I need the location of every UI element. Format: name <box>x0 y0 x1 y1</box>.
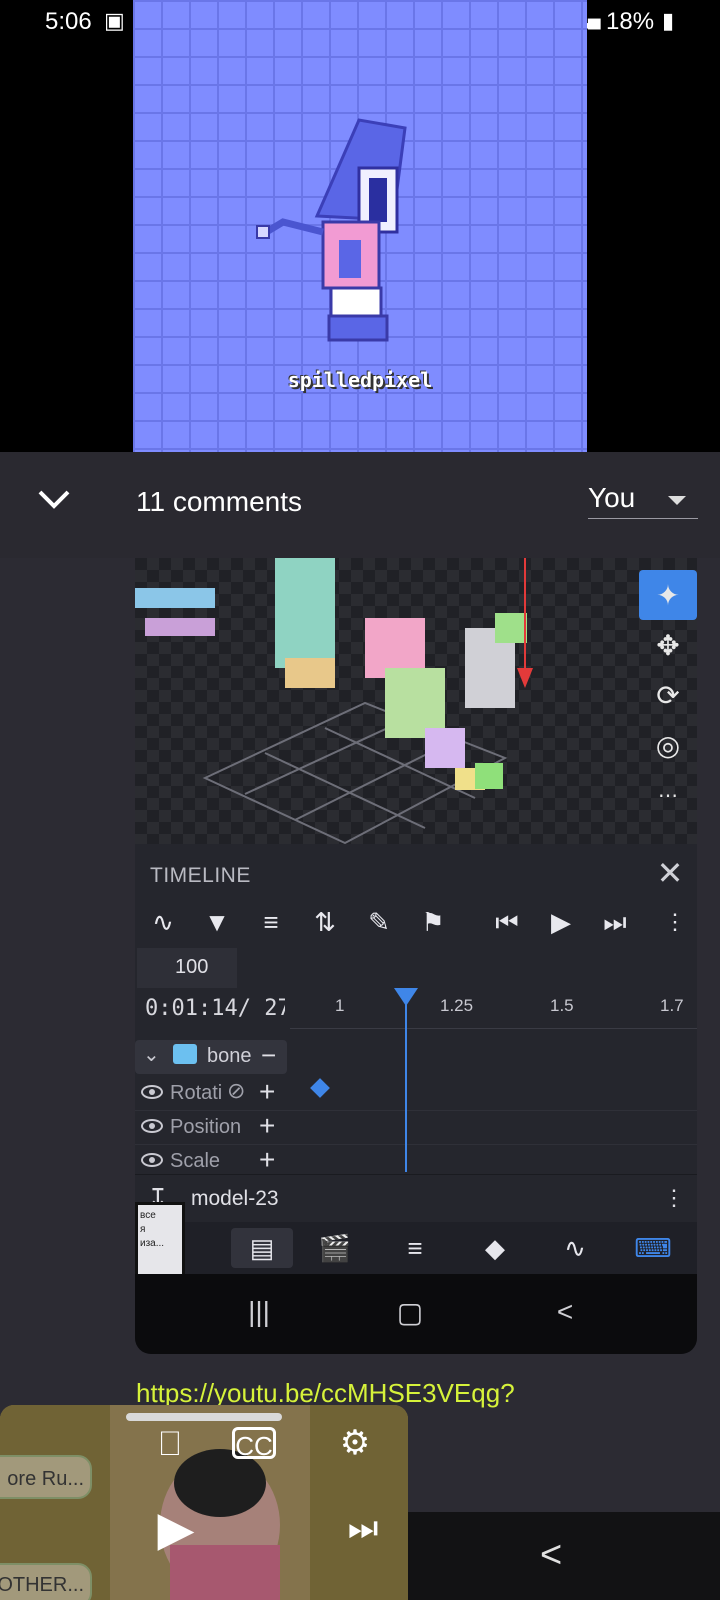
device-nav-bar: < <box>408 1512 720 1600</box>
playhead-handle[interactable] <box>394 988 418 1006</box>
skip-forward-icon[interactable]: ⏭ <box>595 902 635 942</box>
comments-title: 11 comments <box>136 486 302 517</box>
close-icon[interactable]: ✕ <box>651 854 689 892</box>
timeline-panel: TIMELINE ✕ ∿ ▼ ≡ ⇅ ✎ ⚑ ⏮ ▶ ⏭ ⋮ 100 0:01:… <box>135 844 697 1179</box>
graph-icon[interactable]: ∿ <box>143 902 183 942</box>
ruler-label: 1.7 <box>660 996 684 1015</box>
sort-icon[interactable]: ⇅ <box>305 902 345 942</box>
track-row-position[interactable]: Position + <box>135 1110 697 1145</box>
eye-icon[interactable] <box>141 1153 163 1167</box>
add-keyframe-icon[interactable]: + <box>259 1110 275 1142</box>
popup-text: я <box>140 1224 146 1235</box>
timeline-ruler[interactable]: 1 1.25 1.5 1.7 <box>290 988 697 1029</box>
image-icon: ▣ <box>104 8 125 33</box>
track-group-bone[interactable]: ⌄ bone − <box>135 1040 287 1074</box>
collapse-minus-icon[interactable]: − <box>261 1040 276 1071</box>
play-icon[interactable]: ▶ <box>541 902 581 942</box>
align-icon[interactable]: ≡ <box>251 902 291 942</box>
timeline-menu-icon[interactable]: ⋮ <box>655 902 695 942</box>
battery-icon: ▮ <box>662 8 675 33</box>
background-pill: ore Ru... <box>0 1455 92 1499</box>
comment-attachment-image[interactable]: ✦ ✥ ⟳ ◎ ⋯ TIMELINE ✕ ∿ ▼ ≡ ⇅ ✎ ⚑ ⏮ ▶ ⏭ ⋮… <box>135 558 697 1354</box>
add-keyframe-icon[interactable]: + <box>259 1144 275 1176</box>
background-pill: OTHER... <box>0 1563 92 1600</box>
video-player[interactable]: spilledpixel <box>133 0 587 452</box>
chevron-down-icon: ⌄ <box>143 1044 160 1066</box>
menu-lines-icon[interactable]: ≡ <box>391 1228 439 1268</box>
mini-player[interactable]: ore Ru... OTHER... ⎕ CC ⚙ ▶ ⏭ <box>0 1405 408 1600</box>
popup-text: иза... <box>140 1238 165 1249</box>
embedded-nav-bar: ||| ▢ < <box>135 1274 697 1354</box>
playhead-line[interactable] <box>405 994 407 1172</box>
play-pause-icon[interactable]: ▶ <box>136 1501 216 1557</box>
folder-icon <box>173 1044 197 1064</box>
time-readout: 0:01:14/ 27 <box>145 996 285 1021</box>
track-label: Rotati <box>170 1082 223 1104</box>
clapper-icon[interactable]: 🎬 <box>311 1228 359 1268</box>
status-time: 5:06 <box>45 8 92 35</box>
track-row-rotation[interactable]: Rotati ⊘ + <box>135 1076 697 1111</box>
timeline-title: TIMELINE <box>150 864 251 887</box>
captions-icon[interactable]: CC <box>232 1427 276 1461</box>
next-track-icon[interactable]: ⏭ <box>336 1509 390 1548</box>
model-menu-icon[interactable]: ⋮ <box>663 1185 685 1211</box>
pencil-icon[interactable]: ✎ <box>359 902 399 942</box>
popup-text: все <box>140 1210 156 1221</box>
collapse-chevron-icon[interactable] <box>32 478 76 522</box>
eye-icon[interactable] <box>141 1119 163 1133</box>
move-tool-icon[interactable]: ✥ <box>639 620 697 670</box>
home-icon[interactable]: ▢ <box>380 1296 440 1332</box>
track-label: Scale <box>170 1150 221 1172</box>
fps-field[interactable]: 100 <box>137 948 237 988</box>
recent-apps-icon[interactable]: ||| <box>229 1296 289 1332</box>
diamond-icon[interactable]: ◆ <box>471 1228 519 1268</box>
select-tool-icon[interactable]: ✦ <box>639 570 697 620</box>
battery-percent: 18% <box>606 8 655 35</box>
comments-sort-label: You <box>588 482 636 513</box>
model-name: model-23 <box>191 1187 279 1210</box>
more-tools-icon[interactable]: ⋯ <box>639 770 697 820</box>
3d-viewport: ✦ ✥ ⟳ ◎ ⋯ <box>135 558 697 845</box>
track-label: Position <box>170 1116 242 1138</box>
gear-icon[interactable]: ⚙ <box>328 1423 382 1463</box>
viewport-scene <box>135 558 533 845</box>
flag-icon[interactable]: ⚑ <box>413 902 453 942</box>
back-icon[interactable]: < <box>535 1296 595 1332</box>
back-icon[interactable]: < <box>540 1534 562 1577</box>
comments-header: 11 comments You <box>0 452 720 558</box>
list-view-icon[interactable]: ▤ <box>231 1228 293 1268</box>
filter-icon[interactable]: ▼ <box>197 902 237 942</box>
fps-value: 100 <box>175 956 209 978</box>
dropdown-caret-icon <box>668 496 686 505</box>
model-bar: ↧ model-23 ⋮ <box>135 1174 697 1223</box>
ruler-label: 1.25 <box>440 996 474 1015</box>
pivot-tool-icon[interactable]: ◎ <box>639 720 697 770</box>
ruler-label: 1.5 <box>550 996 574 1015</box>
hidden-eye-icon[interactable]: ⊘ <box>227 1078 245 1104</box>
add-keyframe-icon[interactable]: + <box>259 1076 275 1108</box>
video-watermark: spilledpixel <box>287 368 433 392</box>
skip-back-icon[interactable]: ⏮ <box>487 902 527 942</box>
drag-handle[interactable] <box>126 1413 282 1421</box>
time-current: 0:01:14 <box>145 996 238 1021</box>
keyboard-icon[interactable]: ⌨ <box>629 1228 677 1268</box>
comments-sort-select[interactable]: You <box>588 478 698 519</box>
time-duration: / 27 <box>237 996 285 1021</box>
ruler-label: 1 <box>335 996 345 1015</box>
editor-bottom-toolbar: все я иза... ▤ 🎬 ≡ ◆ ∿ ⌨ <box>135 1202 697 1326</box>
cast-icon[interactable]: ⎕ <box>140 1425 200 1464</box>
rotate-tool-icon[interactable]: ⟳ <box>639 670 697 720</box>
track-group-label: bone <box>207 1045 252 1067</box>
eye-icon[interactable] <box>141 1085 163 1099</box>
graph-line-icon[interactable]: ∿ <box>551 1228 599 1268</box>
